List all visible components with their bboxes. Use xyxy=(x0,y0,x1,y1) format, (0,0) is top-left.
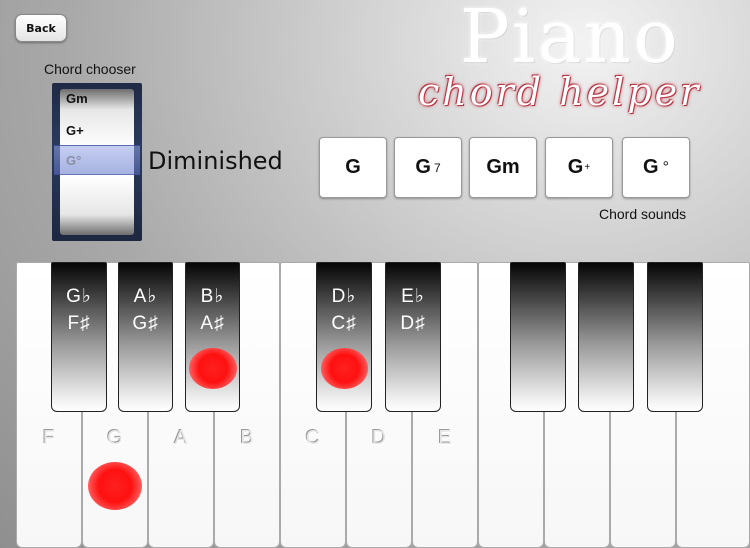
chord-sound-mod: + xyxy=(584,162,591,173)
chord-sound-label: G xyxy=(567,156,584,178)
back-button[interactable]: Back xyxy=(15,14,67,42)
chord-sound-gm-button[interactable]: Gm xyxy=(469,137,537,198)
black-key-sharp-label: C♯ xyxy=(331,313,357,334)
white-key-label: E xyxy=(438,427,452,449)
picker-option-g-diminished[interactable]: G° xyxy=(66,153,81,168)
app-title-sub: chord helper xyxy=(418,70,702,114)
black-key-d-flat[interactable]: D♭ C♯ xyxy=(316,262,372,412)
black-key-flat-label: G♭ xyxy=(66,286,92,307)
chord-sound-g-diminished-button[interactable]: G ° xyxy=(622,137,690,198)
white-key-label: B xyxy=(240,427,254,449)
black-key-sharp-label: A♯ xyxy=(200,313,225,334)
black-key-flat-label: E♭ xyxy=(401,286,425,307)
chord-quality-label: Diminished xyxy=(148,147,283,175)
chord-sound-g-button[interactable]: G xyxy=(319,137,387,198)
chord-sound-label: G xyxy=(345,156,361,178)
black-key-g-flat-2[interactable] xyxy=(510,262,566,412)
picker-option-gm[interactable]: Gm xyxy=(66,91,88,106)
white-key-label: D xyxy=(371,427,387,449)
white-key-label: G xyxy=(107,427,123,449)
chord-chooser-picker[interactable]: Gm G+ G° xyxy=(52,83,142,241)
note-highlight-g xyxy=(88,462,142,510)
black-key-b-flat-2[interactable] xyxy=(647,262,703,412)
note-highlight-b-flat xyxy=(189,348,237,389)
app-title-main: Piano xyxy=(460,0,680,80)
chord-sounds-label: Chord sounds xyxy=(599,206,687,222)
chord-chooser-label: Chord chooser xyxy=(44,61,136,77)
picker-option-g-augmented[interactable]: G+ xyxy=(66,123,84,138)
app-title: Piano chord helper xyxy=(410,0,750,125)
chord-sound-label: G xyxy=(643,156,659,178)
chord-sound-g-augmented-button[interactable]: G + xyxy=(545,137,613,198)
chord-sound-g7-button[interactable]: G7 xyxy=(394,137,462,198)
black-key-e-flat[interactable]: E♭ D♯ xyxy=(385,262,441,412)
black-key-flat-label: A♭ xyxy=(133,286,158,307)
piano-keyboard: F G A B C D E G♭ F♯ A♭ G♯ B♭ A♯ D♭ C♯ E♭… xyxy=(16,262,750,548)
black-key-sharp-label: F♯ xyxy=(67,313,91,334)
note-highlight-d-flat xyxy=(321,348,368,389)
black-key-a-flat-2[interactable] xyxy=(578,262,634,412)
black-key-b-flat[interactable]: B♭ A♯ xyxy=(185,262,240,412)
black-key-flat-label: B♭ xyxy=(200,286,225,307)
chord-sound-mod: ° xyxy=(662,158,669,176)
chord-sound-mod: 7 xyxy=(433,160,441,175)
chord-sound-label: G xyxy=(415,156,431,178)
black-key-sharp-label: D♯ xyxy=(400,313,426,334)
white-key-label: A xyxy=(174,427,188,449)
chord-sound-label: Gm xyxy=(486,156,520,178)
white-key-label: C xyxy=(305,427,321,449)
black-key-flat-label: D♭ xyxy=(331,286,357,307)
black-key-sharp-label: G♯ xyxy=(132,313,159,334)
black-key-a-flat[interactable]: A♭ G♯ xyxy=(118,262,173,412)
black-key-g-flat[interactable]: G♭ F♯ xyxy=(51,262,107,412)
white-key-label: F xyxy=(42,427,56,449)
